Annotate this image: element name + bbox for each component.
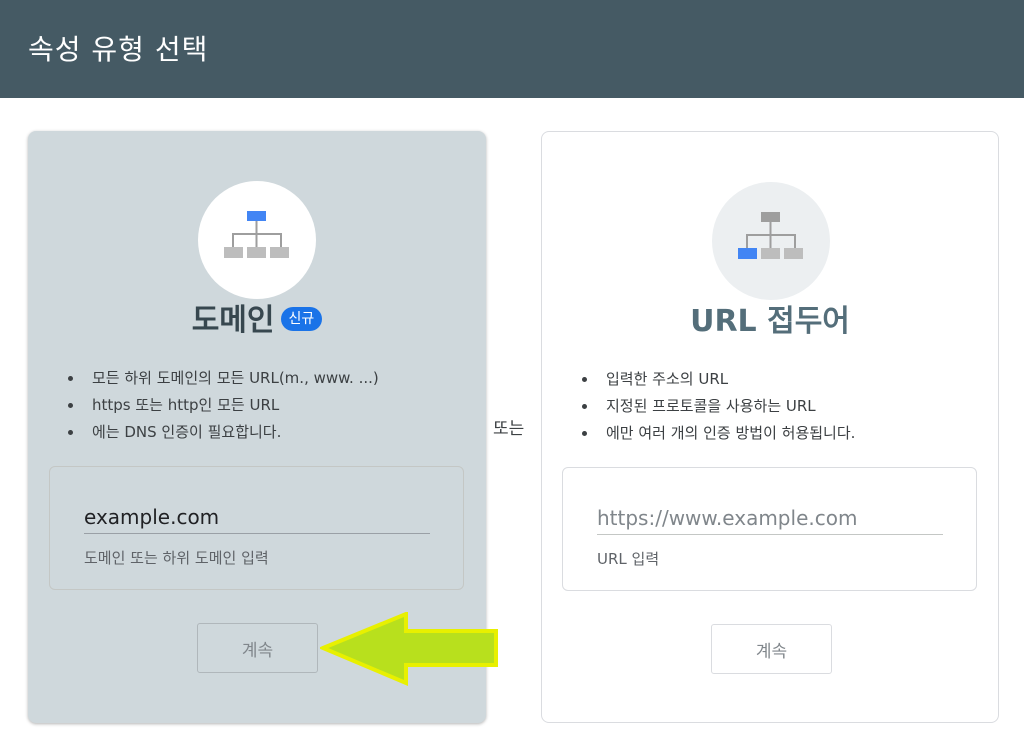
domain-input-box: 도메인 또는 하위 도메인 입력 xyxy=(49,466,464,590)
url-prefix-property-card[interactable]: URL 접두어 입력한 주소의 URL 지정된 프로토콜을 사용하는 URL 에… xyxy=(541,131,999,723)
list-item: 입력한 주소의 URL xyxy=(581,366,855,393)
domain-icon-circle xyxy=(198,181,316,299)
header-bar: 속성 유형 선택 xyxy=(0,0,1024,98)
list-item: https 또는 http인 모든 URL xyxy=(68,392,379,419)
list-item: 모든 하위 도메인의 모든 URL(m., www. ...) xyxy=(68,365,379,392)
domain-continue-button[interactable]: 계속 xyxy=(197,623,318,673)
url-prefix-feature-list: 입력한 주소의 URL 지정된 프로토콜을 사용하는 URL 에만 여러 개의 … xyxy=(581,366,855,447)
highlight-arrow-icon xyxy=(320,612,498,687)
url-prefix-continue-button[interactable]: 계속 xyxy=(711,624,832,674)
url-input[interactable] xyxy=(597,501,943,535)
list-item: 지정된 프로토콜을 사용하는 URL xyxy=(581,393,855,420)
page-title: 속성 유형 선택 xyxy=(28,33,209,66)
domain-title-text: 도메인 xyxy=(191,303,275,338)
or-separator: 또는 xyxy=(493,419,525,439)
domain-input[interactable] xyxy=(84,500,430,534)
url-prefix-card-title: URL 접두어 xyxy=(690,304,850,339)
url-input-help: URL 입력 xyxy=(597,550,660,568)
domain-input-help: 도메인 또는 하위 도메인 입력 xyxy=(84,549,269,567)
list-item: 에만 여러 개의 인증 방법이 허용됩니다. xyxy=(581,420,855,447)
url-prefix-icon-circle xyxy=(712,182,830,300)
url-input-box: URL 입력 xyxy=(562,467,977,591)
url-prefix-hierarchy-icon xyxy=(738,212,803,259)
domain-hierarchy-icon xyxy=(224,211,289,258)
new-badge: 신규 xyxy=(280,306,323,331)
list-item: 에는 DNS 인증이 필요합니다. xyxy=(68,419,379,446)
domain-card-title: 도메인 신규 xyxy=(28,299,486,343)
domain-feature-list: 모든 하위 도메인의 모든 URL(m., www. ...) https 또는… xyxy=(68,365,379,446)
